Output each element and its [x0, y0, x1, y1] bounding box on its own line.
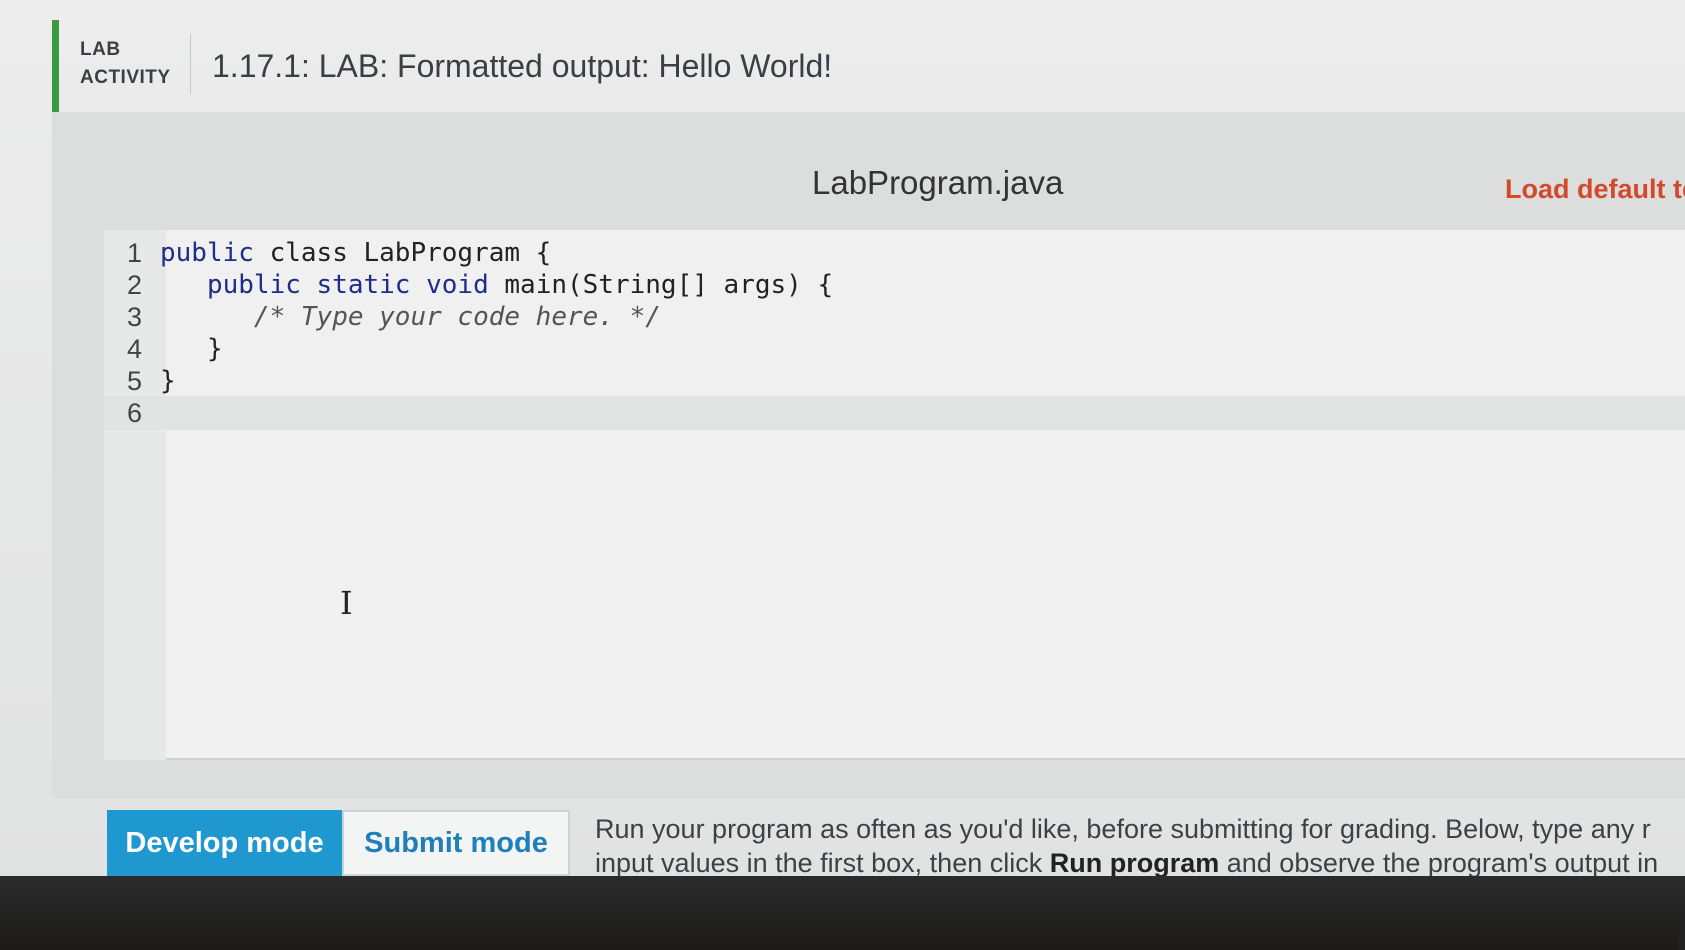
code-comment: /* Type your code here. */ [253, 302, 661, 332]
help-line-2: input values in the first box, then clic… [595, 846, 1685, 876]
code-text: } [160, 364, 176, 398]
line-number: 1 [126, 238, 142, 268]
header-divider [190, 34, 191, 94]
load-default-template-link[interactable]: Load default te [1505, 174, 1685, 205]
ibeam-cursor-icon: I [340, 584, 353, 622]
run-program-reference: Run program [1049, 848, 1220, 876]
line-number: 5 [126, 366, 142, 396]
code-token: } [160, 334, 223, 364]
lab-page: LAB ACTIVITY 1.17.1: LAB: Formatted outp… [0, 0, 1685, 876]
line-number: 6 [126, 398, 142, 428]
code-token: } [160, 366, 176, 396]
help-line-2-before: input values in the first box, then clic… [595, 848, 1050, 876]
lab-header: LAB ACTIVITY 1.17.1: LAB: Formatted outp… [52, 20, 1652, 112]
mode-help-text: Run your program as often as you'd like,… [595, 812, 1685, 876]
code-text: } [160, 332, 223, 366]
activity-kind-line1: LAB [80, 39, 121, 60]
code-text: /* Type your code here. */ [160, 300, 661, 334]
code-text: public static void main(String[] args) { [160, 268, 833, 302]
help-line-2-after: and observe the program's output in [1219, 848, 1659, 876]
code-token: class LabProgram { [269, 238, 552, 268]
file-name: LabProgram.java [812, 164, 1064, 201]
activity-kind-line2: ACTIVITY [80, 67, 171, 88]
code-editor[interactable]: 1 public class LabProgram {2 public stati… [104, 230, 1685, 760]
mode-toggle: Develop mode Submit mode [107, 810, 570, 876]
code-token: main(String[] args) { [504, 270, 834, 300]
bezel-edge [1679, 922, 1685, 950]
develop-mode-button[interactable]: Develop mode [107, 810, 342, 876]
line-number: 3 [126, 302, 142, 332]
activity-title: 1.17.1: LAB: Formatted output: Hello Wor… [212, 48, 833, 84]
line-number: 2 [126, 270, 142, 300]
code-line[interactable]: 4 } [104, 332, 1685, 366]
submit-mode-button[interactable]: Submit mode [342, 810, 570, 876]
code-line[interactable]: 5} [104, 364, 1685, 398]
code-text: public class LabProgram { [160, 236, 551, 270]
code-line[interactable]: 1 public class LabProgram { [104, 236, 1685, 270]
code-line[interactable]: 3 /* Type your code here. */ [104, 300, 1685, 334]
screen-bezel [0, 876, 1685, 950]
code-line[interactable]: 6 [104, 396, 1685, 430]
header-accent-bar [52, 20, 59, 112]
help-line-1: Run your program as often as you'd like,… [595, 814, 1651, 844]
code-keyword: public [160, 238, 270, 268]
activity-kind-label: LAB ACTIVITY [80, 36, 180, 92]
code-line[interactable]: 2 public static void main(String[] args)… [104, 268, 1685, 302]
code-keyword: public static void [206, 270, 505, 300]
line-number: 4 [126, 334, 142, 364]
editor-panel: LabProgram.java Load default te 1 public … [52, 112, 1685, 798]
